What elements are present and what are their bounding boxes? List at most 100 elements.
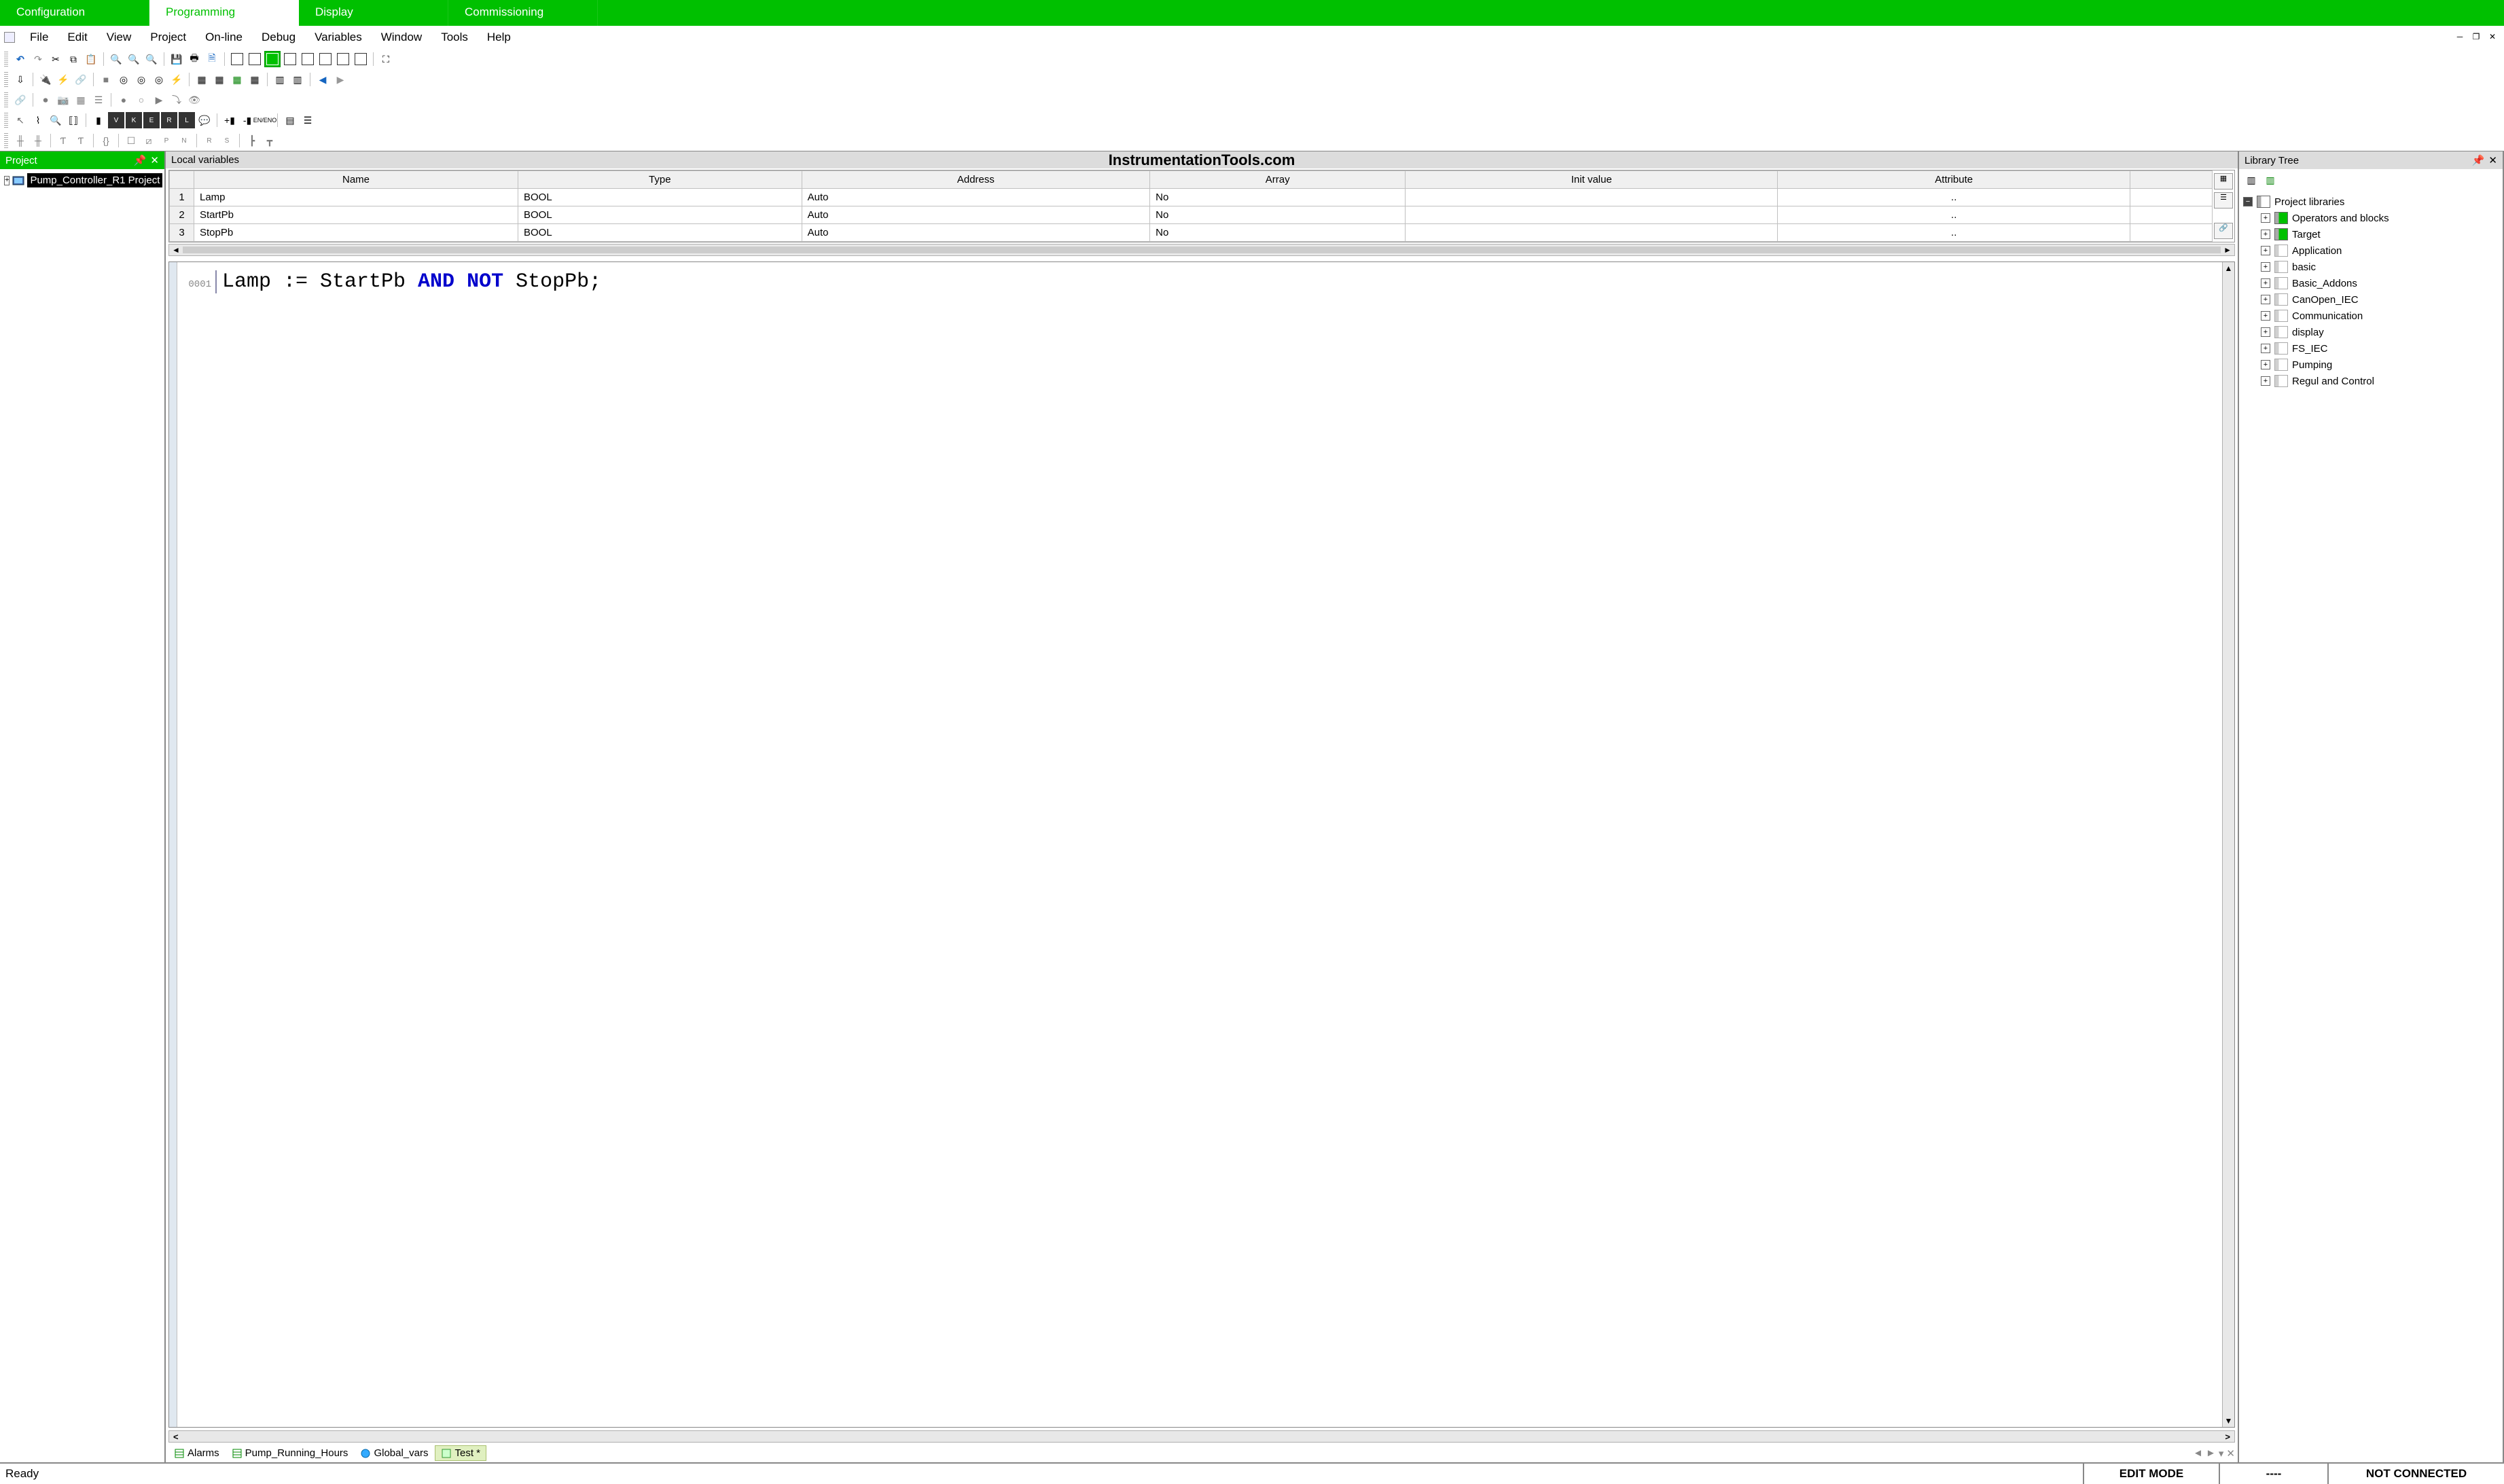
tab-prev-icon[interactable]: ◄ <box>2193 1447 2203 1460</box>
table-grid-view-icon[interactable]: ▦ <box>2214 173 2233 189</box>
menu-file[interactable]: File <box>20 28 58 47</box>
rung-1-icon[interactable]: ┣ <box>244 132 260 149</box>
cell-extra[interactable] <box>2130 189 2212 206</box>
menu-project[interactable]: Project <box>141 28 196 47</box>
cell-array[interactable]: No <box>1150 206 1406 224</box>
col-address[interactable]: Address <box>802 171 1150 189</box>
collapse-icon[interactable]: − <box>2243 197 2253 206</box>
cell-type[interactable]: BOOL <box>518 224 802 242</box>
plug-icon[interactable]: ⚡ <box>55 71 71 88</box>
table-2-icon[interactable]: ▥ <box>289 71 306 88</box>
cell-attr[interactable]: .. <box>1778 206 2130 224</box>
editor-tab-pump-hours[interactable]: Pump_Running_Hours <box>226 1446 354 1460</box>
col-array[interactable]: Array <box>1150 171 1406 189</box>
library-item[interactable]: +Application <box>2243 242 2499 259</box>
panel-7-icon[interactable] <box>335 51 351 67</box>
tab-configuration[interactable]: Configuration <box>0 0 149 26</box>
panel-3-icon[interactable] <box>264 51 281 67</box>
cut-icon[interactable]: ✂ <box>48 51 64 67</box>
cell-address[interactable]: Auto <box>802 206 1150 224</box>
expand-icon[interactable]: + <box>2261 262 2270 272</box>
scroll-left-icon[interactable]: ◄ <box>172 245 180 255</box>
fb-slot-icon[interactable]: ▮ <box>90 112 107 128</box>
col-name[interactable]: Name <box>194 171 518 189</box>
pointer-icon[interactable]: ↖ <box>12 112 29 128</box>
coil-2-icon[interactable]: ◎ <box>133 71 149 88</box>
cell-init[interactable] <box>1406 206 1778 224</box>
lib-view-2-icon[interactable]: ▥ <box>2262 172 2278 188</box>
menu-help[interactable]: Help <box>478 28 520 47</box>
coil-1-icon[interactable]: ◎ <box>115 71 132 88</box>
cell-extra[interactable] <box>2130 206 2212 224</box>
comment-icon[interactable]: 💬 <box>196 112 213 128</box>
cell-address[interactable]: Auto <box>802 224 1150 242</box>
toolbar-grip[interactable] <box>4 133 8 148</box>
code-text[interactable]: Lamp := StartPb AND NOT StopPb; <box>222 270 601 293</box>
pin-add-icon[interactable]: +▮ <box>221 112 238 128</box>
grid-2-icon[interactable]: ▦ <box>211 71 228 88</box>
print-icon[interactable]: 🖶 <box>186 51 202 67</box>
ladder-2-icon[interactable]: ╫ <box>30 132 46 149</box>
cell-array[interactable]: No <box>1150 189 1406 206</box>
table-hscrollbar[interactable]: ◄ ► <box>168 244 2235 256</box>
layout-2-icon[interactable]: ☰ <box>300 112 316 128</box>
copy-icon[interactable]: ⧉ <box>65 51 82 67</box>
grid-toggle-icon[interactable]: ▦ <box>73 92 89 108</box>
zoom-icon[interactable]: 🔍 <box>48 112 64 128</box>
tab-commissioning[interactable]: Commissioning <box>448 0 598 26</box>
grid-4-icon[interactable]: ▦ <box>247 71 263 88</box>
library-root-label[interactable]: Project libraries <box>2274 196 2344 208</box>
tab-close-icon[interactable]: ✕ <box>2226 1447 2235 1460</box>
library-item[interactable]: +CanOpen_IEC <box>2243 291 2499 308</box>
panel-6-icon[interactable] <box>317 51 334 67</box>
expand-icon[interactable]: + <box>2261 213 2270 223</box>
menu-tools[interactable]: Tools <box>431 28 478 47</box>
search-replace-icon[interactable]: 🔍 <box>143 51 160 67</box>
col-rownum[interactable] <box>170 171 194 189</box>
v-tag-icon[interactable]: V <box>108 112 124 128</box>
tab-programming[interactable]: Programming <box>149 0 299 26</box>
toolbar-grip[interactable] <box>4 113 8 128</box>
expand-icon[interactable]: + <box>2261 295 2270 304</box>
cell-array[interactable]: No <box>1150 224 1406 242</box>
cell-type[interactable]: BOOL <box>518 189 802 206</box>
box-p-icon[interactable]: P <box>158 132 175 149</box>
menu-variables[interactable]: Variables <box>305 28 372 47</box>
bracket-icon[interactable]: ⟦⟧ <box>65 112 82 128</box>
cell-attr[interactable]: .. <box>1778 224 2130 242</box>
watch-icon[interactable]: 👁 <box>186 92 202 108</box>
cell-extra[interactable] <box>2130 224 2212 242</box>
flash-icon[interactable]: ⚡ <box>168 71 185 88</box>
step-icon[interactable]: ⤵ <box>168 92 185 108</box>
coil-3-icon[interactable]: ◎ <box>151 71 167 88</box>
box-slash-icon[interactable]: ⧄ <box>141 132 157 149</box>
cell-name[interactable]: Lamp <box>194 189 518 206</box>
pin-icon[interactable]: 📌 <box>134 154 147 166</box>
record-icon[interactable]: ⏺ <box>37 92 54 108</box>
bp-dot-icon[interactable]: ● <box>115 92 132 108</box>
col-type[interactable]: Type <box>518 171 802 189</box>
save-icon[interactable]: 💾 <box>168 51 185 67</box>
library-item[interactable]: +FS_IEC <box>2243 340 2499 357</box>
editor-hscrollbar[interactable]: < > <box>168 1430 2235 1443</box>
panel-2-icon[interactable] <box>247 51 263 67</box>
cell-name[interactable]: StopPb <box>194 224 518 242</box>
expand-icon[interactable]: + <box>4 176 10 185</box>
link-icon[interactable]: 🔗 <box>12 92 29 108</box>
layout-1-icon[interactable]: ▤ <box>282 112 298 128</box>
expand-icon[interactable]: + <box>2261 246 2270 255</box>
table-link-icon[interactable]: 🔗 <box>2214 223 2233 239</box>
ladder-1-icon[interactable]: ╫ <box>12 132 29 149</box>
r-tag-icon[interactable]: R <box>161 112 177 128</box>
scroll-up-icon[interactable]: ▲ <box>2225 264 2233 273</box>
cell-attr[interactable]: .. <box>1778 189 2130 206</box>
wire-icon[interactable]: ⌇ <box>30 112 46 128</box>
print-preview-icon[interactable]: 🗎 <box>204 51 220 67</box>
rung-2-icon[interactable]: ┳ <box>262 132 278 149</box>
box-r-icon[interactable]: R <box>201 132 217 149</box>
download-icon[interactable]: ⇩ <box>12 71 29 88</box>
scroll-down-icon[interactable]: ▼ <box>2225 1416 2233 1426</box>
library-item[interactable]: +Basic_Addons <box>2243 275 2499 291</box>
library-item[interactable]: +basic <box>2243 259 2499 275</box>
attach-icon[interactable]: 🔗 <box>73 71 89 88</box>
